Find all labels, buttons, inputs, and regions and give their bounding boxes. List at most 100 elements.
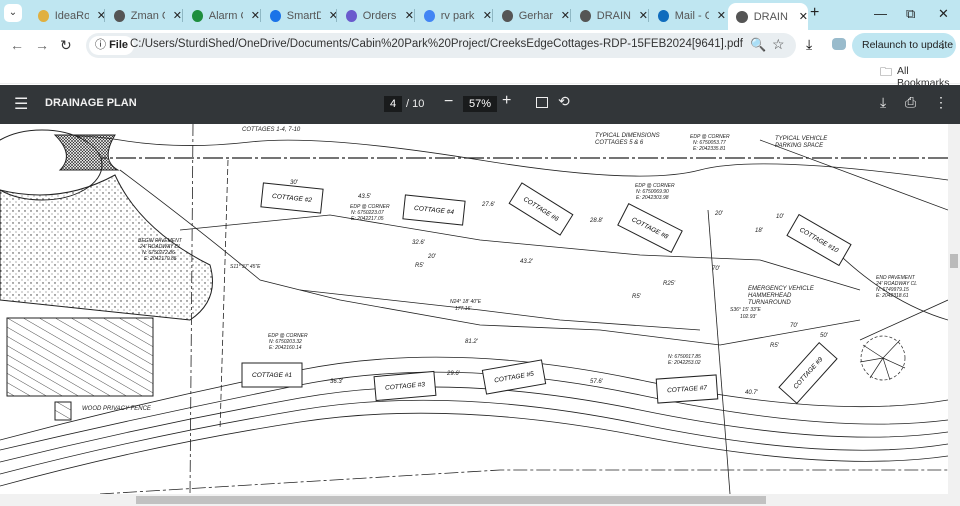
cottage-footprint: COTTAGE #7 [655,374,719,404]
tab-title: Alarm C [208,9,243,22]
dimension-label: R5' [415,263,425,269]
dimension-label: 20' [427,254,437,260]
globe-icon [114,9,125,22]
cottage-footprint: COTTAGE #5 [481,359,547,395]
page-number-input[interactable]: 4 [384,96,403,112]
drainage-plan-drawing: COTTAGE #1 COTTAGE #2 COTTAGE #3 COTTAGE #4… [0,124,948,494]
bookmarks-bar: 🗀 All Bookmarks [0,60,960,89]
downloads-icon[interactable]: ⤓ [806,36,812,53]
cottage-footprint: COTTAGE #2 [260,182,324,214]
horizontal-scroll-thumb[interactable] [136,496,766,504]
omnibox[interactable]: ⓘ File C:/Users/SturdiShed/OneDrive/Docu… [86,33,796,58]
note: HAMMERHEAD [748,293,792,299]
tab-title: DRAIN [596,9,631,22]
back-icon[interactable]: ← [10,37,24,53]
zoom-lens-icon[interactable]: 🔍 [750,37,766,53]
cottage-footprint: COTTAGE #9 [778,341,838,405]
bookmark-star-icon[interactable]: ☆ [772,36,785,53]
close-tab-icon[interactable]: ✕ [639,9,648,22]
dimension-label: 10' [776,214,785,220]
tree-symbol [859,335,906,381]
tab-search-button[interactable]: ⌄ [4,4,22,22]
dimension-label: 27.6' [481,202,496,208]
note: COTTAGES 5 & 6 [595,140,644,146]
menu-dots-icon[interactable]: ⋮ [938,33,949,58]
cottage-footprint: COTTAGE #6 [508,182,574,236]
note: E: 2042303.98 [636,195,669,201]
tab-title: Zman C [130,9,165,22]
note: 102.93' [740,314,757,320]
minimize-button[interactable]: — [874,6,887,21]
tab-separator [182,9,183,22]
document-title: DRAINAGE PLAN [45,97,137,109]
horizontal-scrollbar[interactable] [0,494,960,506]
tab[interactable]: Mail - C ✕ [650,3,726,28]
note: WOOD PRIVACY FENCE [82,406,152,412]
close-tab-icon[interactable]: ✕ [799,10,808,23]
dimension-label: R5' [632,294,642,300]
dimension-label: 43.5' [358,194,372,200]
close-tab-icon[interactable]: ✕ [173,9,182,22]
tab[interactable]: Gerhar ✕ [494,3,570,28]
relaunch-button[interactable]: Relaunch to update ⋮ [852,33,956,58]
dimension-label: 43.2' [520,259,534,265]
close-tab-icon[interactable]: ✕ [405,9,414,22]
dimension-label: 36.3' [330,379,344,385]
vertical-scrollbar[interactable] [948,124,960,494]
tab-title: DRAIN [753,10,788,23]
zoom-in-button[interactable]: + [502,92,511,110]
tab[interactable]: DRAIN ✕ [572,3,648,28]
tab-title: Mail - C [674,9,709,22]
sheets-icon [192,9,203,22]
zoom-input[interactable]: 57% [463,96,498,112]
close-tab-icon[interactable]: ✕ [251,9,260,22]
restore-button[interactable]: ⧉ [906,6,915,22]
print-icon[interactable]: ⎙ [905,94,916,111]
tab-separator [414,9,415,22]
tab[interactable]: Orders ✕ [338,3,414,28]
rotate-icon[interactable]: ⟲ [558,93,570,110]
tab[interactable]: Alarm C ✕ [184,3,260,28]
zoom-out-button[interactable]: − [444,93,453,111]
site-info-chip[interactable]: ⓘ File [89,36,135,55]
fit-page-icon[interactable] [536,97,548,108]
dimension-label: 30' [290,180,299,186]
tab[interactable]: Zman C ✕ [106,3,182,28]
close-tab-icon[interactable]: ✕ [561,9,570,22]
vertical-scroll-thumb[interactable] [950,254,958,268]
note: N24° 18' 40"E [450,299,482,305]
smart-icon [270,9,281,22]
fenced-area [6,317,154,397]
url-text[interactable]: C:/Users/SturdiShed/OneDrive/Documents/C… [130,38,743,50]
tab-separator [260,9,261,22]
menu-icon[interactable]: ☰ [14,94,28,114]
note: PARKING SPACE [775,143,824,149]
extension-icon[interactable] [832,38,846,50]
cottage-footprint: COTTAGE #10 [786,213,852,267]
download-icon[interactable]: ⤓ [880,94,886,111]
folder-icon: 🗀 [880,65,893,79]
forward-icon[interactable]: → [35,37,49,53]
note: TYPICAL VEHICLE [775,136,828,142]
tab[interactable]: IdeaRo ✕ [30,3,106,28]
globe-icon [580,9,591,22]
cottage-footprint: COTTAGE #1 [241,362,303,388]
tab-title: SmartD [286,9,321,22]
more-actions-icon[interactable]: ⋮ [934,94,948,111]
pdf-page-view[interactable]: COTTAGE #1 COTTAGE #2 COTTAGE #3 COTTAGE #4… [0,124,948,494]
tab-separator [648,9,649,22]
reload-icon[interactable]: ↻ [60,37,72,54]
page-total: / 10 [406,98,425,110]
close-tab-icon[interactable]: ✕ [717,9,726,22]
note: E: 2042217.05 [351,216,384,222]
tab[interactable]: DRAIN ✕ [728,3,808,30]
tab[interactable]: SmartD ✕ [262,3,338,28]
new-tab-button[interactable]: + [810,4,819,22]
close-window-button[interactable]: ✕ [938,6,949,22]
tab[interactable]: rv park ✕ [416,3,492,28]
cottage-footprint: COTTAGE #4 [402,194,466,226]
tab-title: Orders [362,9,397,22]
close-tab-icon[interactable]: ✕ [483,9,492,22]
dimension-label: 20' [714,211,724,217]
dimension-label: R5' [770,343,780,349]
